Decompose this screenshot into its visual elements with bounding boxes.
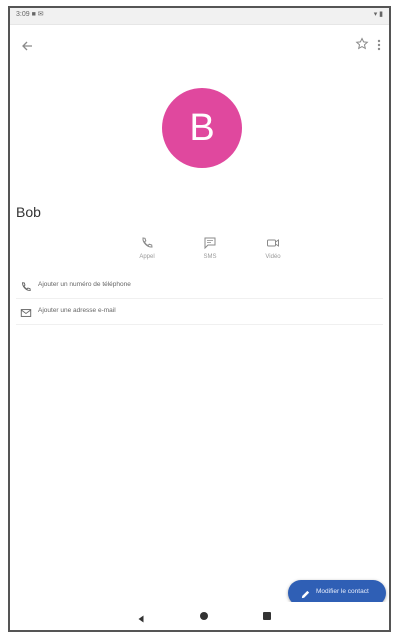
device-frame: 3:09 ■ ✉ ▾ ▮ B Bob Appel SMS Vidéo Ajout…: [8, 6, 391, 632]
video-action-label: Vidéo: [265, 254, 281, 260]
call-action-button[interactable]: Appel: [127, 236, 167, 272]
system-nav-bar: [10, 602, 389, 630]
back-arrow-icon[interactable]: [20, 38, 36, 54]
message-icon: [203, 236, 217, 250]
video-icon: [266, 236, 280, 250]
message-action-label: SMS: [203, 254, 217, 260]
star-icon[interactable]: [355, 37, 369, 51]
nav-recents-icon[interactable]: [263, 612, 271, 620]
phone-icon: [20, 280, 32, 292]
message-action-button[interactable]: SMS: [190, 236, 230, 272]
add-email-label: Ajouter une adresse e-mail: [38, 307, 116, 314]
email-icon: [20, 306, 32, 318]
video-action-button[interactable]: Vidéo: [253, 236, 293, 272]
edit-contact-label: Modifier le contact: [316, 588, 369, 595]
status-bar: 3:09 ■ ✉ ▾ ▮: [10, 8, 389, 25]
status-left: 3:09 ■ ✉: [16, 11, 44, 18]
call-action-label: Appel: [139, 254, 155, 260]
add-email-row[interactable]: Ajouter une adresse e-mail: [16, 302, 383, 325]
more-vert-icon[interactable]: [373, 37, 385, 53]
status-right: ▾ ▮: [373, 11, 383, 18]
nav-back-icon[interactable]: [136, 611, 146, 623]
pencil-icon: [300, 587, 311, 599]
add-phone-row[interactable]: Ajouter un numéro de téléphone: [16, 276, 383, 299]
phone-icon: [140, 236, 154, 250]
app-bar: [10, 26, 389, 66]
contact-name: Bob: [16, 204, 41, 220]
contact-avatar: B: [162, 88, 242, 168]
quick-actions: Appel SMS Vidéo: [125, 236, 295, 272]
add-phone-label: Ajouter un numéro de téléphone: [38, 281, 131, 288]
nav-home-icon[interactable]: [200, 612, 208, 620]
